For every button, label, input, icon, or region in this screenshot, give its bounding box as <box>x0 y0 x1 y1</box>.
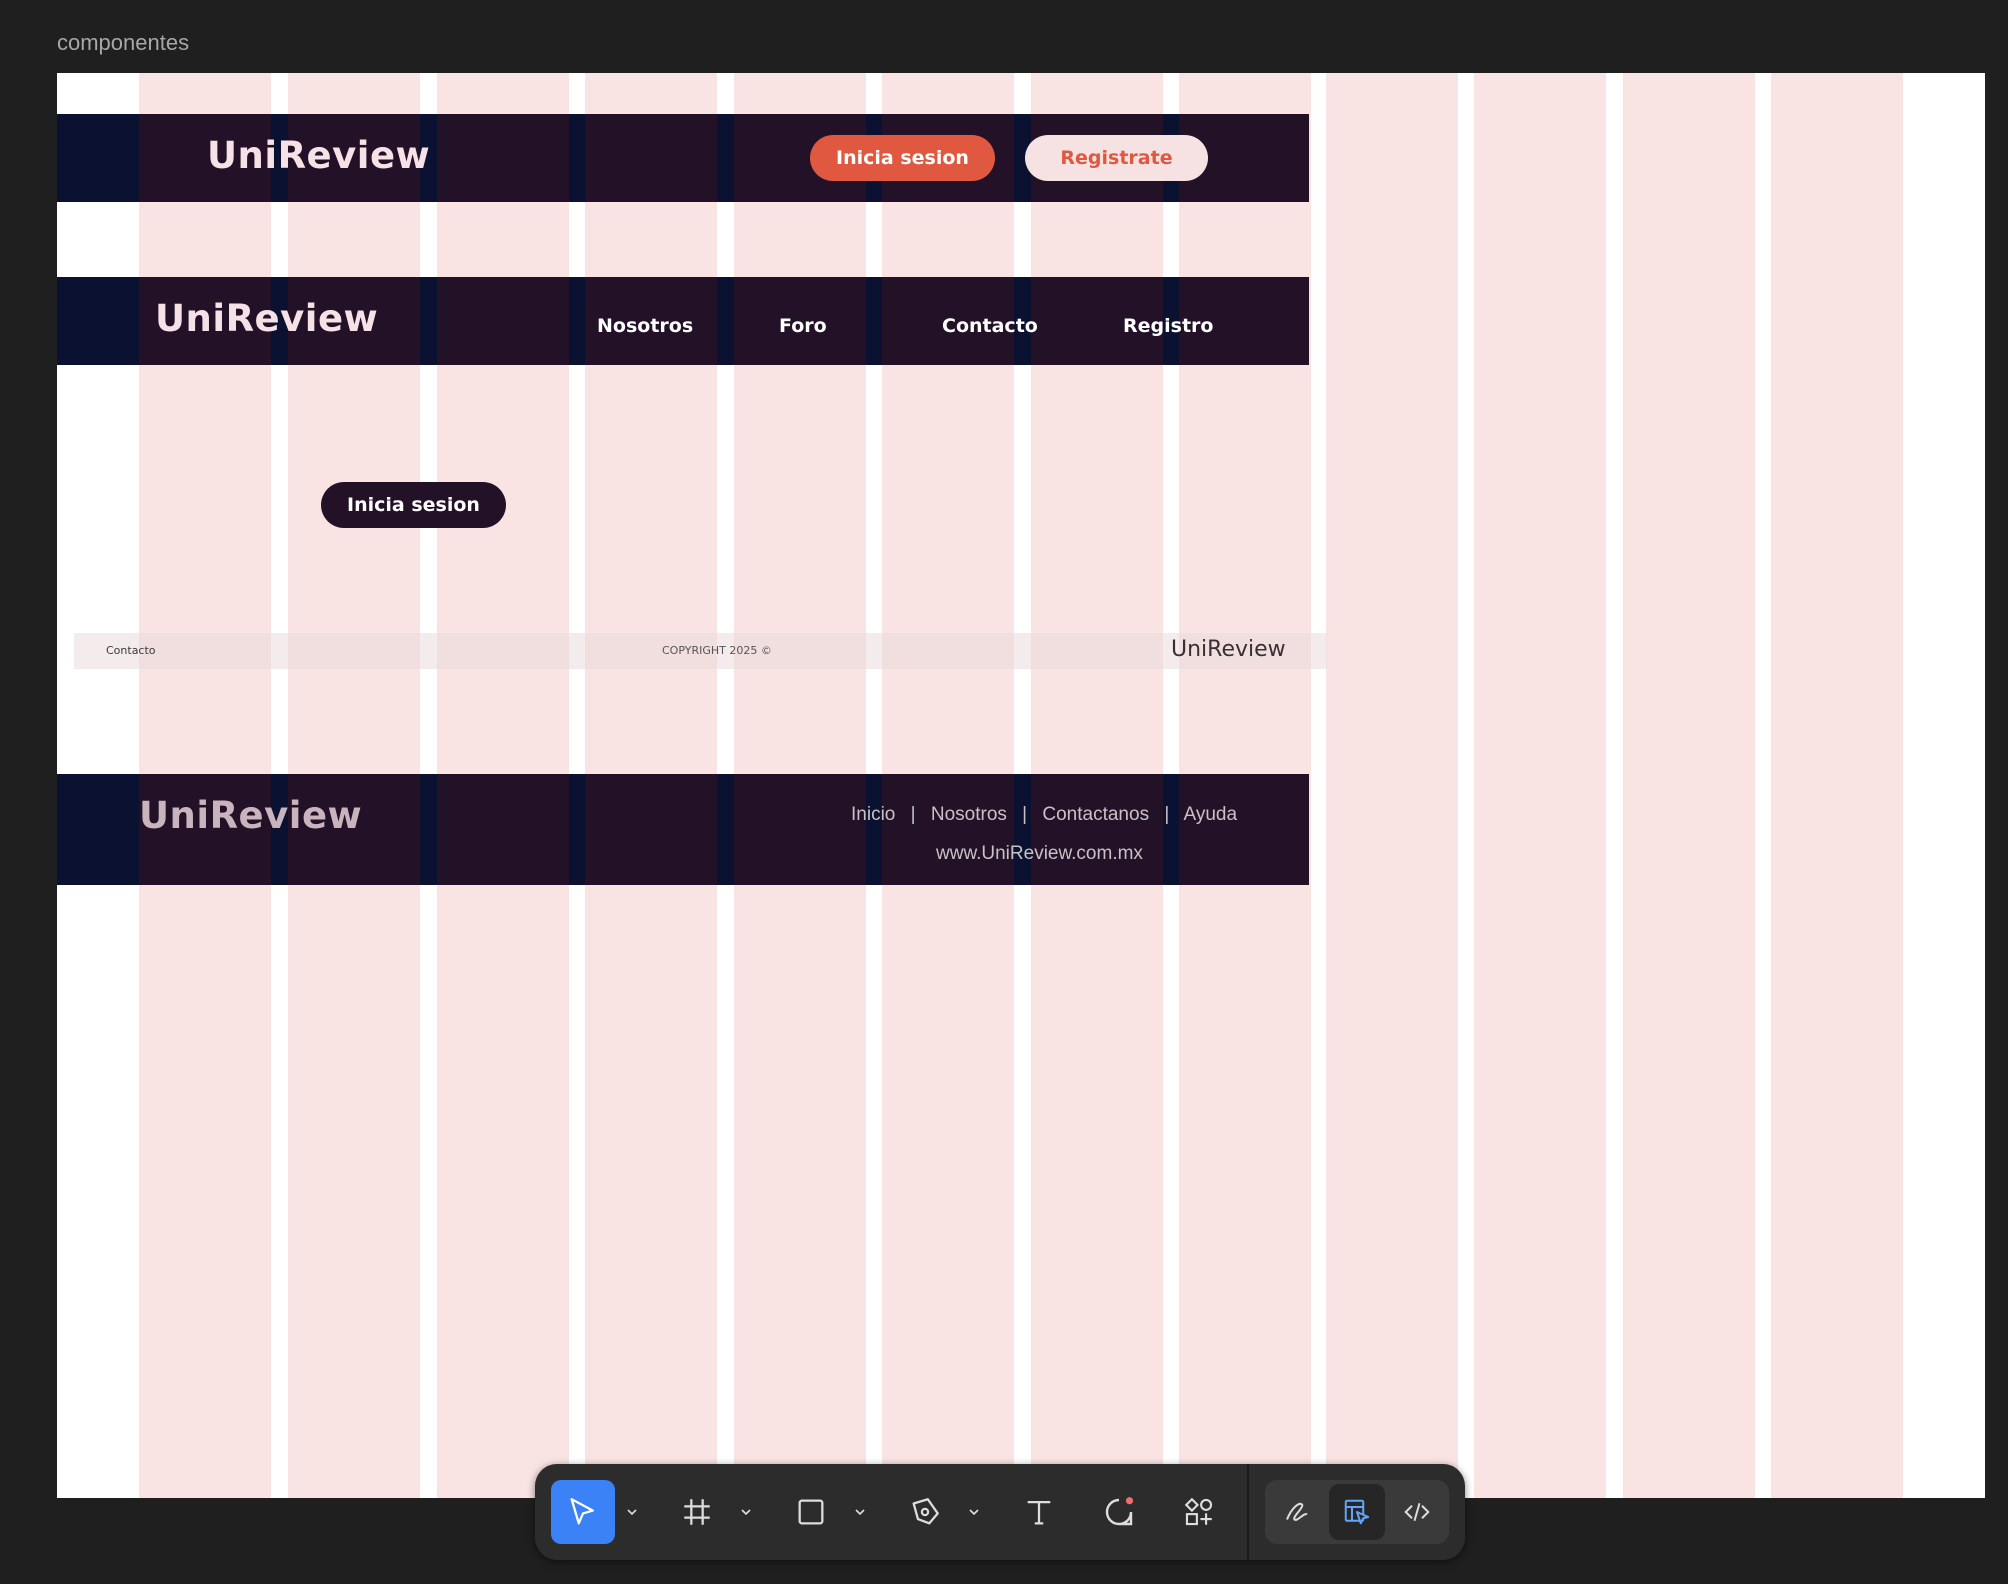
pen-tool-button[interactable] <box>893 1480 957 1544</box>
components-icon <box>1184 1497 1213 1526</box>
comment-tool-button[interactable] <box>1087 1480 1151 1544</box>
dev-mode-button[interactable] <box>1389 1484 1445 1540</box>
footer-contact-link[interactable]: Contacto <box>106 644 156 657</box>
chevron-down-icon[interactable] <box>965 1502 983 1522</box>
grid-gutter <box>717 114 734 202</box>
login-button[interactable]: Inicia sesion <box>810 135 995 181</box>
header-nav-component[interactable]: UniReview Nosotros Foro Contacto Registr… <box>57 277 1309 365</box>
grid-gutter <box>1014 774 1031 885</box>
grid-column <box>1771 73 1903 1498</box>
grid-gutter <box>866 774 882 885</box>
comment-icon <box>1105 1497 1134 1526</box>
grid-gutter <box>717 277 734 365</box>
chevron-down-icon[interactable] <box>851 1502 869 1522</box>
chevron-down-icon[interactable] <box>737 1502 755 1522</box>
footer-links: Inicio | Nosotros | Contactanos | Ayuda <box>851 804 1237 826</box>
design-frame[interactable]: UniReview Inicia sesion Registrate UniRe… <box>57 73 1985 1498</box>
pen-icon <box>912 1498 939 1525</box>
footer-link-contactanos[interactable]: Contactanos <box>1042 804 1149 825</box>
logo[interactable]: UniReview <box>207 134 430 177</box>
copyright-text: COPYRIGHT 2025 © <box>662 644 772 657</box>
footer-light-component[interactable]: Contacto COPYRIGHT 2025 © UniReview <box>74 633 1327 669</box>
grid-gutter <box>866 277 882 365</box>
toolbar-separator <box>1247 1464 1249 1560</box>
grid-gutter <box>57 114 139 202</box>
draw-icon <box>1286 1502 1308 1521</box>
grid-gutter <box>420 277 437 365</box>
design-mode-button[interactable] <box>1329 1484 1385 1540</box>
footer-dark-component[interactable]: UniReview Inicio | Nosotros | Contactano… <box>57 774 1309 885</box>
nav-link-foro[interactable]: Foro <box>779 315 827 337</box>
mode-switcher <box>1265 1480 1449 1544</box>
footer-link-inicio[interactable]: Inicio <box>851 804 895 825</box>
grid-gutter <box>420 774 437 885</box>
grid-gutter <box>717 774 734 885</box>
grid-gutter <box>569 277 585 365</box>
rectangle-icon <box>798 1499 824 1525</box>
design-icon <box>1344 1499 1370 1525</box>
grid-column <box>1623 73 1755 1498</box>
bottom-toolbar <box>535 1464 1465 1560</box>
frame-icon <box>684 1499 710 1525</box>
footer-logo[interactable]: UniReview <box>139 794 362 837</box>
grid-gutter <box>569 114 585 202</box>
nav-link-nosotros[interactable]: Nosotros <box>597 315 693 337</box>
text-tool-button[interactable] <box>1007 1480 1071 1544</box>
rectangle-tool-button[interactable] <box>779 1480 843 1544</box>
footer-url[interactable]: www.UniReview.com.mx <box>936 843 1143 865</box>
grid-gutter <box>569 774 585 885</box>
register-button[interactable]: Registrate <box>1025 135 1208 181</box>
draw-mode-button[interactable] <box>1269 1484 1325 1540</box>
header-auth-component[interactable]: UniReview Inicia sesion Registrate <box>57 114 1309 202</box>
move-tool-button[interactable] <box>551 1480 615 1544</box>
code-icon <box>1404 1502 1430 1522</box>
nav-link-registro[interactable]: Registro <box>1123 315 1213 337</box>
actions-tool-button[interactable] <box>1167 1480 1231 1544</box>
cursor-icon <box>570 1498 595 1525</box>
text-icon <box>1027 1500 1051 1525</box>
footer-logo[interactable]: UniReview <box>1171 637 1286 662</box>
logo[interactable]: UniReview <box>155 297 378 340</box>
nav-link-contacto[interactable]: Contacto <box>942 315 1038 337</box>
footer-link-ayuda[interactable]: Ayuda <box>1184 804 1238 825</box>
grid-column <box>1474 73 1606 1498</box>
frame-label[interactable]: componentes <box>57 30 189 56</box>
separator: | <box>1022 804 1028 825</box>
footer-link-nosotros[interactable]: Nosotros <box>931 804 1007 825</box>
separator: | <box>910 804 916 825</box>
frame-tool-button[interactable] <box>665 1480 729 1544</box>
grid-gutter <box>1163 774 1179 885</box>
grid-gutter <box>57 277 139 365</box>
chevron-down-icon[interactable] <box>623 1502 641 1522</box>
grid-column <box>1326 73 1458 1498</box>
separator: | <box>1164 804 1170 825</box>
grid-gutter <box>57 774 139 885</box>
login-button[interactable]: Inicia sesion <box>321 482 506 528</box>
